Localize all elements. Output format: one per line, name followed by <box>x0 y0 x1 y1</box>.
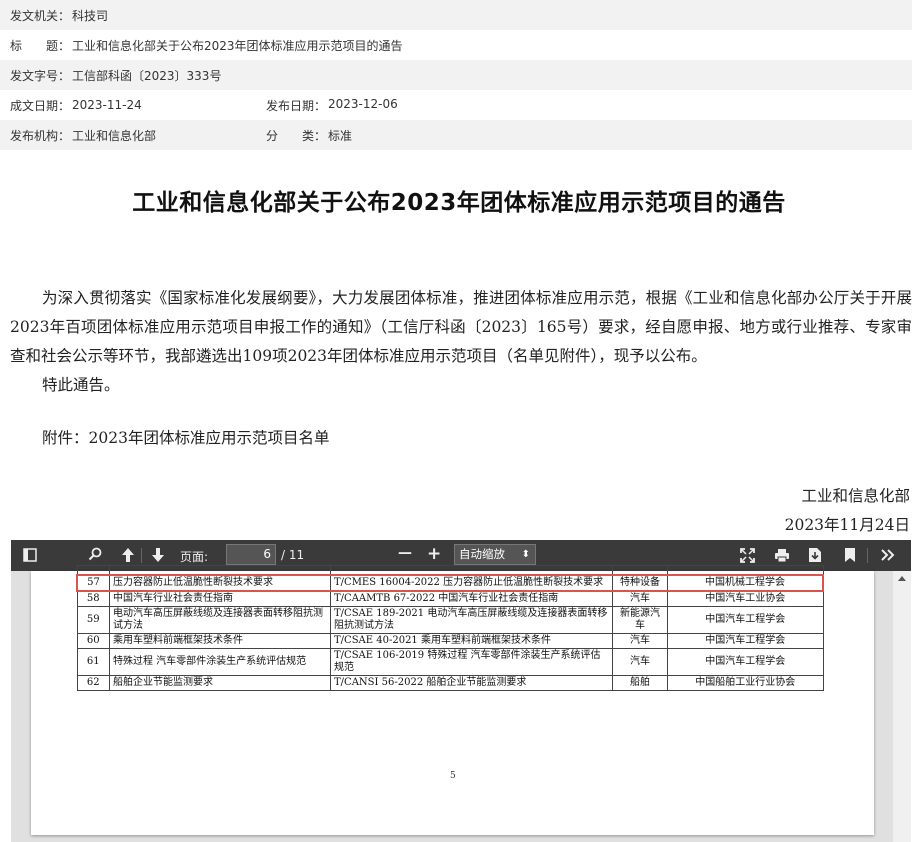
signature-org: 工业和信息化部 <box>801 487 910 505</box>
attachment-link[interactable]: 附件：2023年团体标准应用示范项目名单 <box>42 426 329 448</box>
document-body: 为深入贯彻落实《国家标准化发展纲要》，大力发展团体标准，推进团体标准应用示范，根… <box>10 284 912 400</box>
meta-row-docno: 发文字号： 工信部科函〔2023〕333号 <box>0 60 912 90</box>
standard-code-cell: T/CAAMTB 67-2022 中国汽车行业社会责任指南 <box>330 590 613 607</box>
page-number-input[interactable]: 6 <box>226 544 276 565</box>
table-row-highlighted: 57 压力容器防止低温脆性断裂技术要求 T/CMES 16004-2022 压力容器… <box>76 574 824 592</box>
industry-cell: 新能源汽车 <box>612 606 668 634</box>
zoom-out-button[interactable]: — <box>398 545 412 561</box>
industry-cell: 特种设备 <box>612 574 668 592</box>
org-label: 发布机构： <box>10 128 71 143</box>
row-number-cell: 62 <box>76 675 110 691</box>
organization-cell: 中国汽车工业协会 <box>667 590 824 607</box>
standard-name-cell: 船舶企业节能监测要求 <box>109 675 331 691</box>
document-meta: 发文机关： 科技司 标 题： 工业和信息化部关于公布2023年团体标准应用示范项… <box>0 0 912 150</box>
organization-cell: 中国汽车工程学会 <box>667 606 824 634</box>
table-row: 60 乘用车塑料前端框架技术条件 T/CSAE 40-2021 乘用车塑料前端框架技… <box>76 633 824 649</box>
pdf-viewer: 页面: 6 / 11 — + 自动缩放 ⬍ 57 压力容器防止低温脆性断裂技术要求… <box>11 540 911 842</box>
standard-name-cell: 特殊过程 汽车零部件涂装生产系统评估规范 <box>109 648 331 676</box>
issuer-value: 科技司 <box>72 8 109 23</box>
table-row: 58 中国汽车行业社会责任指南 T/CAAMTB 67-2022 中国汽车行业社会责… <box>76 590 824 607</box>
organization-cell: 中国机械工程学会 <box>667 574 824 592</box>
row-number-cell: 60 <box>76 633 110 649</box>
meta-row-org: 发布机构： 工业和信息化部 分 类： 标准 <box>0 120 912 150</box>
scroll-up-arrow[interactable] <box>898 576 906 581</box>
print-icon[interactable] <box>774 548 790 563</box>
sidebar-toggle-icon[interactable] <box>23 548 37 562</box>
toolbar-divider <box>867 548 868 563</box>
written-date-value: 2023-11-24 <box>72 98 142 112</box>
organization-cell: 中国船舶工业行业协会 <box>667 675 824 691</box>
row-number-cell: 57 <box>76 574 110 592</box>
zoom-in-button[interactable]: + <box>427 544 441 564</box>
org-value: 工业和信息化部 <box>72 128 157 143</box>
standard-name-cell: 电动汽车高压屏蔽线缆及连接器表面转移阻抗测试方法 <box>109 606 331 634</box>
standard-name-cell: 乘用车塑料前端框架技术条件 <box>109 633 331 649</box>
row-number-cell: 58 <box>76 590 110 607</box>
issuer-label: 发文机关： <box>10 8 71 23</box>
published-date-value: 2023-12-06 <box>328 96 398 111</box>
industry-cell: 船舶 <box>612 675 668 691</box>
industry-cell: 汽车 <box>612 633 668 649</box>
table-row-partial <box>76 565 824 576</box>
page-total: / 11 <box>281 548 305 562</box>
tools-chevron-icon[interactable] <box>880 547 896 563</box>
closing-line: 特此通告。 <box>42 376 120 394</box>
published-date: 发布日期： 2023-12-06 <box>266 97 398 114</box>
download-icon[interactable] <box>808 547 822 563</box>
zoom-select-value: 自动缩放 <box>459 547 505 561</box>
pdf-page: 57 压力容器防止低温脆性断裂技术要求 T/CMES 16004-2022 压力容器… <box>31 565 874 835</box>
row-number-cell: 59 <box>76 606 110 634</box>
title-label: 标 题： <box>10 38 71 53</box>
zoom-select[interactable]: 自动缩放 ⬍ <box>454 544 536 565</box>
organization-cell: 中国汽车工程学会 <box>667 633 824 649</box>
meta-row-issuer: 发文机关： 科技司 <box>0 0 912 30</box>
category: 分 类： 标准 <box>266 127 352 144</box>
signature-date: 2023年11月24日 <box>784 516 910 534</box>
presentation-mode-icon[interactable] <box>740 548 755 563</box>
organization-cell: 中国汽车工程学会 <box>667 648 824 676</box>
standard-code-cell: T/CSAE 189-2021 电动汽车高压屏蔽线缆及连接器表面转移阻抗测试方法 <box>330 606 613 634</box>
docno-value: 工信部科函〔2023〕333号 <box>72 68 222 83</box>
previous-page-icon[interactable] <box>120 547 136 563</box>
row-number-cell: 61 <box>76 648 110 676</box>
title-value: 工业和信息化部关于公布2023年团体标准应用示范项目的通告 <box>72 38 403 53</box>
document-heading: 工业和信息化部关于公布2023年团体标准应用示范项目的通告 <box>132 190 786 216</box>
standard-name-cell: 中国汽车行业社会责任指南 <box>109 590 331 607</box>
standard-name-cell: 压力容器防止低温脆性断裂技术要求 <box>109 574 331 592</box>
standard-code-cell: T/CMES 16004-2022 压力容器防止低温脆性断裂技术要求 <box>330 574 613 592</box>
published-date-label: 发布日期： <box>266 98 327 113</box>
standard-code-cell: T/CSAE 106-2019 特殊过程 汽车零部件涂装生产系统评估规范 <box>330 648 613 676</box>
bookmark-icon[interactable] <box>844 547 856 563</box>
table-row: 59 电动汽车高压屏蔽线缆及连接器表面转移阻抗测试方法 T/CSAE 189-202… <box>76 606 824 634</box>
table-row: 61 特殊过程 汽车零部件涂装生产系统评估规范 T/CSAE 106-2019 特殊… <box>76 648 824 676</box>
standard-code-cell: T/CANSI 56-2022 船舶企业节能监测要求 <box>330 675 613 691</box>
table-row: 62 船舶企业节能监测要求 T/CANSI 56-2022 船舶企业节能监测要求 船舶… <box>76 675 824 691</box>
standard-code-cell: T/CSAE 40-2021 乘用车塑料前端框架技术条件 <box>330 633 613 649</box>
standards-table: 57 压力容器防止低温脆性断裂技术要求 T/CMES 16004-2022 压力容器… <box>76 565 824 691</box>
industry-cell: 汽车 <box>612 590 668 607</box>
page-label: 页面: <box>180 550 209 564</box>
next-page-icon[interactable] <box>150 547 166 563</box>
chevron-updown-icon: ⬍ <box>521 549 530 560</box>
docno-label: 发文字号： <box>10 68 71 83</box>
category-label: 分 类： <box>266 128 327 143</box>
pdf-page-number: 5 <box>450 771 456 781</box>
scrollbar[interactable] <box>893 571 911 842</box>
meta-row-title: 标 题： 工业和信息化部关于公布2023年团体标准应用示范项目的通告 <box>0 30 912 60</box>
industry-cell: 汽车 <box>612 648 668 676</box>
written-date-label: 成文日期： <box>10 98 71 113</box>
body-paragraph: 为深入贯彻落实《国家标准化发展纲要》，大力发展团体标准，推进团体标准应用示范，根… <box>10 289 912 365</box>
toolbar-divider <box>141 548 142 563</box>
category-value: 标准 <box>328 128 353 143</box>
search-icon[interactable] <box>88 547 102 561</box>
meta-row-dates: 成文日期： 2023-11-24 发布日期： 2023-12-06 <box>0 90 912 120</box>
